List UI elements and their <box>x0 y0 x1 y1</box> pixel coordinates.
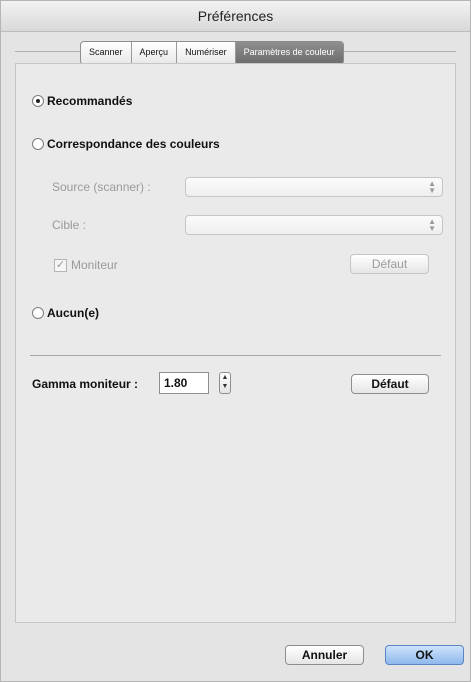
tab-numeriser[interactable]: Numériser <box>177 42 236 64</box>
window-title: Préférences <box>197 8 274 24</box>
source-select[interactable]: ▲ ▼ <box>185 177 443 197</box>
tab-scanner[interactable]: Scanner <box>81 42 132 64</box>
radio-color-matching[interactable] <box>32 138 44 150</box>
window-titlebar: Préférences <box>1 1 470 32</box>
monitor-checkbox-row[interactable]: ✓ Moniteur <box>54 258 118 272</box>
target-label: Cible : <box>52 218 87 232</box>
source-label: Source (scanner) : <box>52 180 151 194</box>
cancel-button[interactable]: Annuler <box>285 645 364 665</box>
section-divider <box>30 355 441 356</box>
tab-group: Scanner Aperçu Numériser Paramètres de c… <box>80 41 344 65</box>
monitor-checkbox-label: Moniteur <box>71 258 118 272</box>
color-settings-panel: Recommandés Correspondance des couleurs … <box>15 63 456 623</box>
radio-none[interactable] <box>32 307 44 319</box>
monitor-checkbox[interactable]: ✓ <box>54 258 67 272</box>
tab-apercu[interactable]: Aperçu <box>132 42 178 64</box>
radio-color-matching-label: Correspondance des couleurs <box>47 137 220 151</box>
radio-recommended-label: Recommandés <box>47 94 133 108</box>
target-select[interactable]: ▲ ▼ <box>185 215 443 235</box>
ok-button[interactable]: OK <box>385 645 464 665</box>
radio-recommended[interactable] <box>32 95 44 107</box>
radio-none-row[interactable]: Aucun(e) <box>32 306 99 320</box>
tab-color-settings[interactable]: Paramètres de couleur <box>235 42 343 64</box>
updown-arrows-icon: ▲ ▼ <box>428 179 436 195</box>
preferences-window: Préférences Scanner Aperçu Numériser Par… <box>0 0 471 682</box>
gamma-stepper[interactable]: ▲ ▼ <box>219 372 231 394</box>
radio-recommended-row[interactable]: Recommandés <box>32 94 132 108</box>
radio-color-matching-row[interactable]: Correspondance des couleurs <box>32 137 220 151</box>
radio-none-label: Aucun(e) <box>47 306 99 320</box>
gamma-label: Gamma moniteur : <box>32 377 139 391</box>
tab-bar: Scanner Aperçu Numériser Paramètres de c… <box>1 41 470 65</box>
gamma-input[interactable]: 1.80 <box>159 372 209 394</box>
gamma-default-button[interactable]: Défaut <box>351 374 429 394</box>
color-default-button[interactable]: Défaut <box>350 254 429 274</box>
updown-arrows-icon: ▲ ▼ <box>428 217 436 233</box>
